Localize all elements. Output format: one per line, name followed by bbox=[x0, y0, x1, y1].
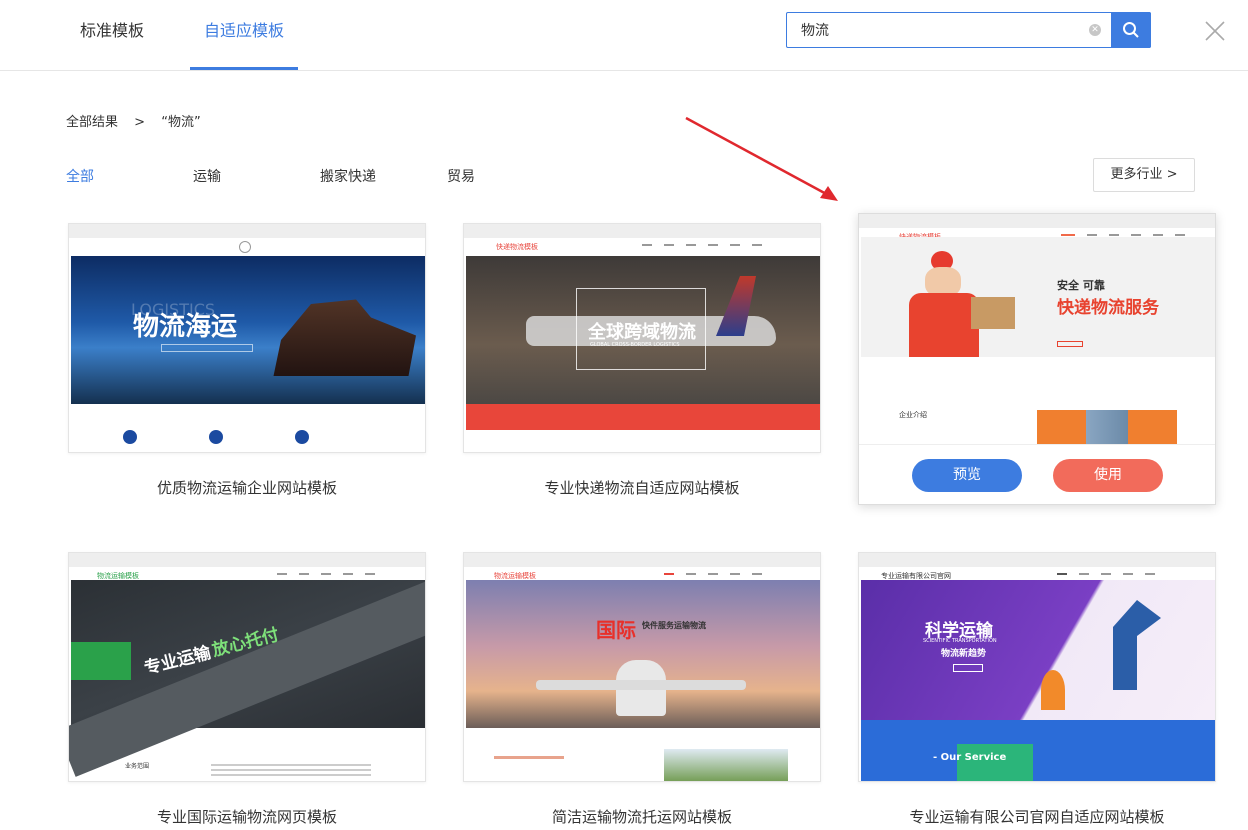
template-thumbnail[interactable]: 专业运输有限公司官网 科学运输 SCIENTIFIC TRANSPORTATIO… bbox=[858, 552, 1216, 782]
template-thumbnail[interactable]: 快递物流模板 安全 可靠 快递物流服务 企业介绍 预览 使用 bbox=[858, 213, 1216, 505]
hero-subtitle: 快件服务运输物流 bbox=[642, 621, 706, 630]
tab-adaptive-templates[interactable]: 自适应模板 bbox=[190, 0, 298, 70]
preview-button[interactable]: 预览 bbox=[912, 459, 1022, 492]
hero-subtitle-en: SCIENTIFIC TRANSPORTATION bbox=[923, 638, 997, 644]
hero-title: 全球跨域物流 bbox=[588, 322, 696, 343]
hero-watermark: LOGISTICS bbox=[131, 300, 216, 319]
hero-subtitle: 物流新趋势 bbox=[941, 649, 987, 659]
tab-standard-templates[interactable]: 标准模板 bbox=[66, 0, 158, 70]
breadcrumb: 全部结果 > “物流” bbox=[66, 111, 213, 130]
template-title[interactable]: 专业快递物流自适应网站模板 bbox=[463, 477, 821, 498]
top-bar: 标准模板 自适应模板 ✕ bbox=[0, 0, 1248, 71]
search-icon bbox=[1123, 22, 1139, 38]
hero-title: 国际 bbox=[596, 618, 636, 642]
section-title: - Our Service bbox=[933, 752, 1007, 763]
hover-actions: 预览 使用 bbox=[859, 444, 1215, 504]
annotation-arrow-icon bbox=[685, 116, 838, 201]
filter-moving-express[interactable]: 搬家快递 bbox=[320, 166, 376, 186]
close-button[interactable] bbox=[1204, 20, 1226, 42]
site-logo: 快递物流模板 bbox=[496, 243, 538, 251]
search-box: ✕ bbox=[786, 12, 1151, 48]
section-title: 业务范围 bbox=[125, 763, 150, 770]
section-title: 企业介绍 bbox=[899, 411, 927, 419]
template-title[interactable]: 专业运输有限公司官网自适应网站模板 bbox=[858, 806, 1216, 827]
filter-trade[interactable]: 贸易 bbox=[447, 166, 475, 186]
clear-search-icon[interactable]: ✕ bbox=[1089, 24, 1101, 36]
hero-title: 快递物流服务 bbox=[1057, 298, 1159, 318]
template-title[interactable]: 专业国际运输物流网页模板 bbox=[68, 806, 426, 827]
breadcrumb-separator: > bbox=[134, 115, 146, 130]
template-thumbnail[interactable]: 物流运输模板 专业运输 放心托付 业务范围 bbox=[68, 552, 426, 782]
hero-subtitle: GLOBAL CROSS-BORDER LOGISTICS bbox=[590, 342, 680, 348]
more-industries-button[interactable]: 更多行业 > bbox=[1093, 158, 1195, 192]
search-button[interactable] bbox=[1111, 12, 1151, 48]
template-title[interactable]: 简洁运输物流托运网站模板 bbox=[463, 806, 821, 827]
template-thumbnail[interactable]: 快递物流模板 全球跨域物流 GLOBAL CROSS-BORDER LOGIST… bbox=[463, 223, 821, 453]
search-input[interactable] bbox=[801, 13, 1081, 47]
breadcrumb-query: “物流” bbox=[161, 115, 201, 130]
hero-subtitle: 安全 可靠 bbox=[1057, 279, 1105, 292]
template-title[interactable]: 优质物流运输企业网站模板 bbox=[68, 477, 426, 498]
use-button[interactable]: 使用 bbox=[1053, 459, 1163, 492]
filter-transport[interactable]: 运输 bbox=[193, 166, 221, 186]
breadcrumb-root[interactable]: 全部结果 bbox=[66, 115, 118, 130]
template-thumbnail[interactable]: 物流海运 LOGISTICS bbox=[68, 223, 426, 453]
close-icon bbox=[1205, 21, 1225, 41]
template-thumbnail[interactable]: 物流运输模板 国际 快件服务运输物流 bbox=[463, 552, 821, 782]
filter-all[interactable]: 全部 bbox=[66, 166, 94, 186]
